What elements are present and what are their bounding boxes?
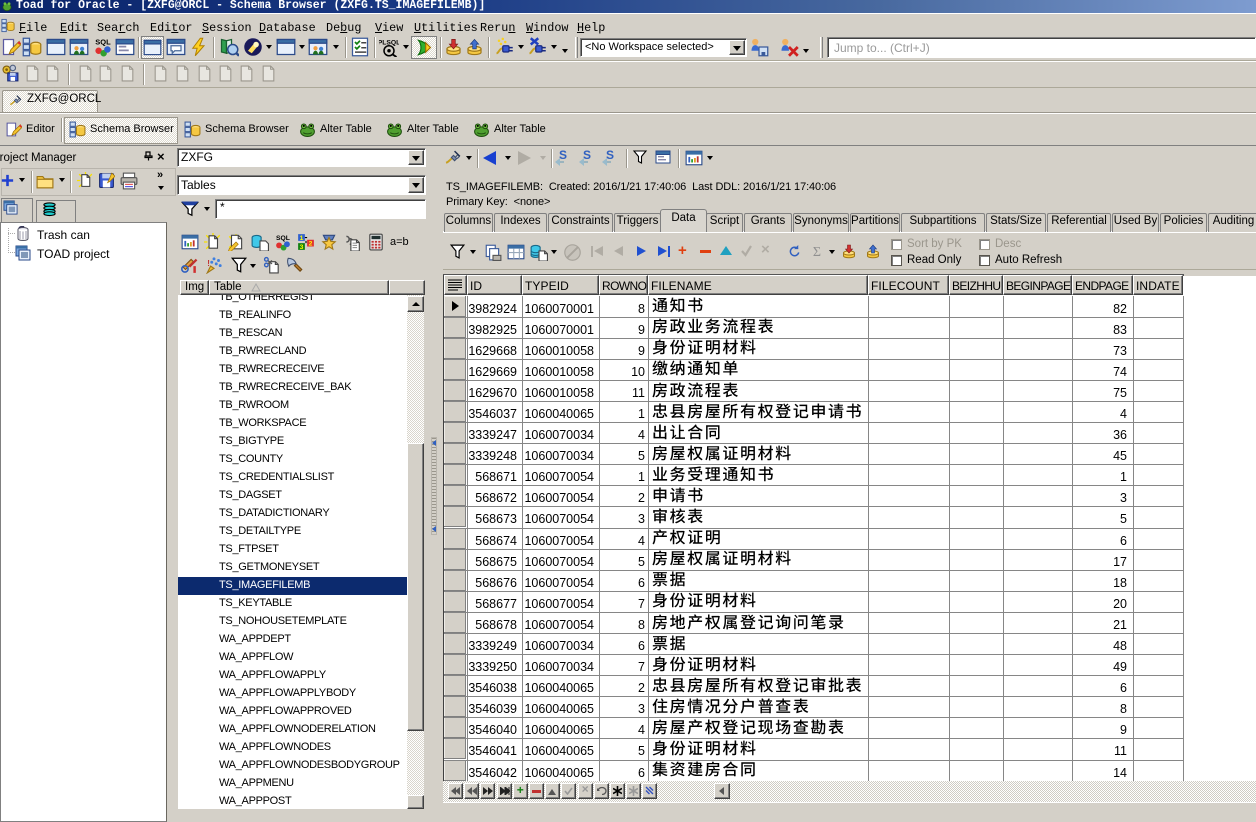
- svg-text:!: !: [207, 259, 210, 268]
- svg-text:Σ: Σ: [813, 245, 821, 259]
- svg-text:3: 3: [300, 244, 304, 251]
- svg-text:2: 2: [309, 240, 313, 247]
- svg-text:SQL: SQL: [276, 235, 290, 242]
- svg-text:SQL: SQL: [95, 38, 111, 47]
- svg-text:1: 1: [300, 235, 304, 242]
